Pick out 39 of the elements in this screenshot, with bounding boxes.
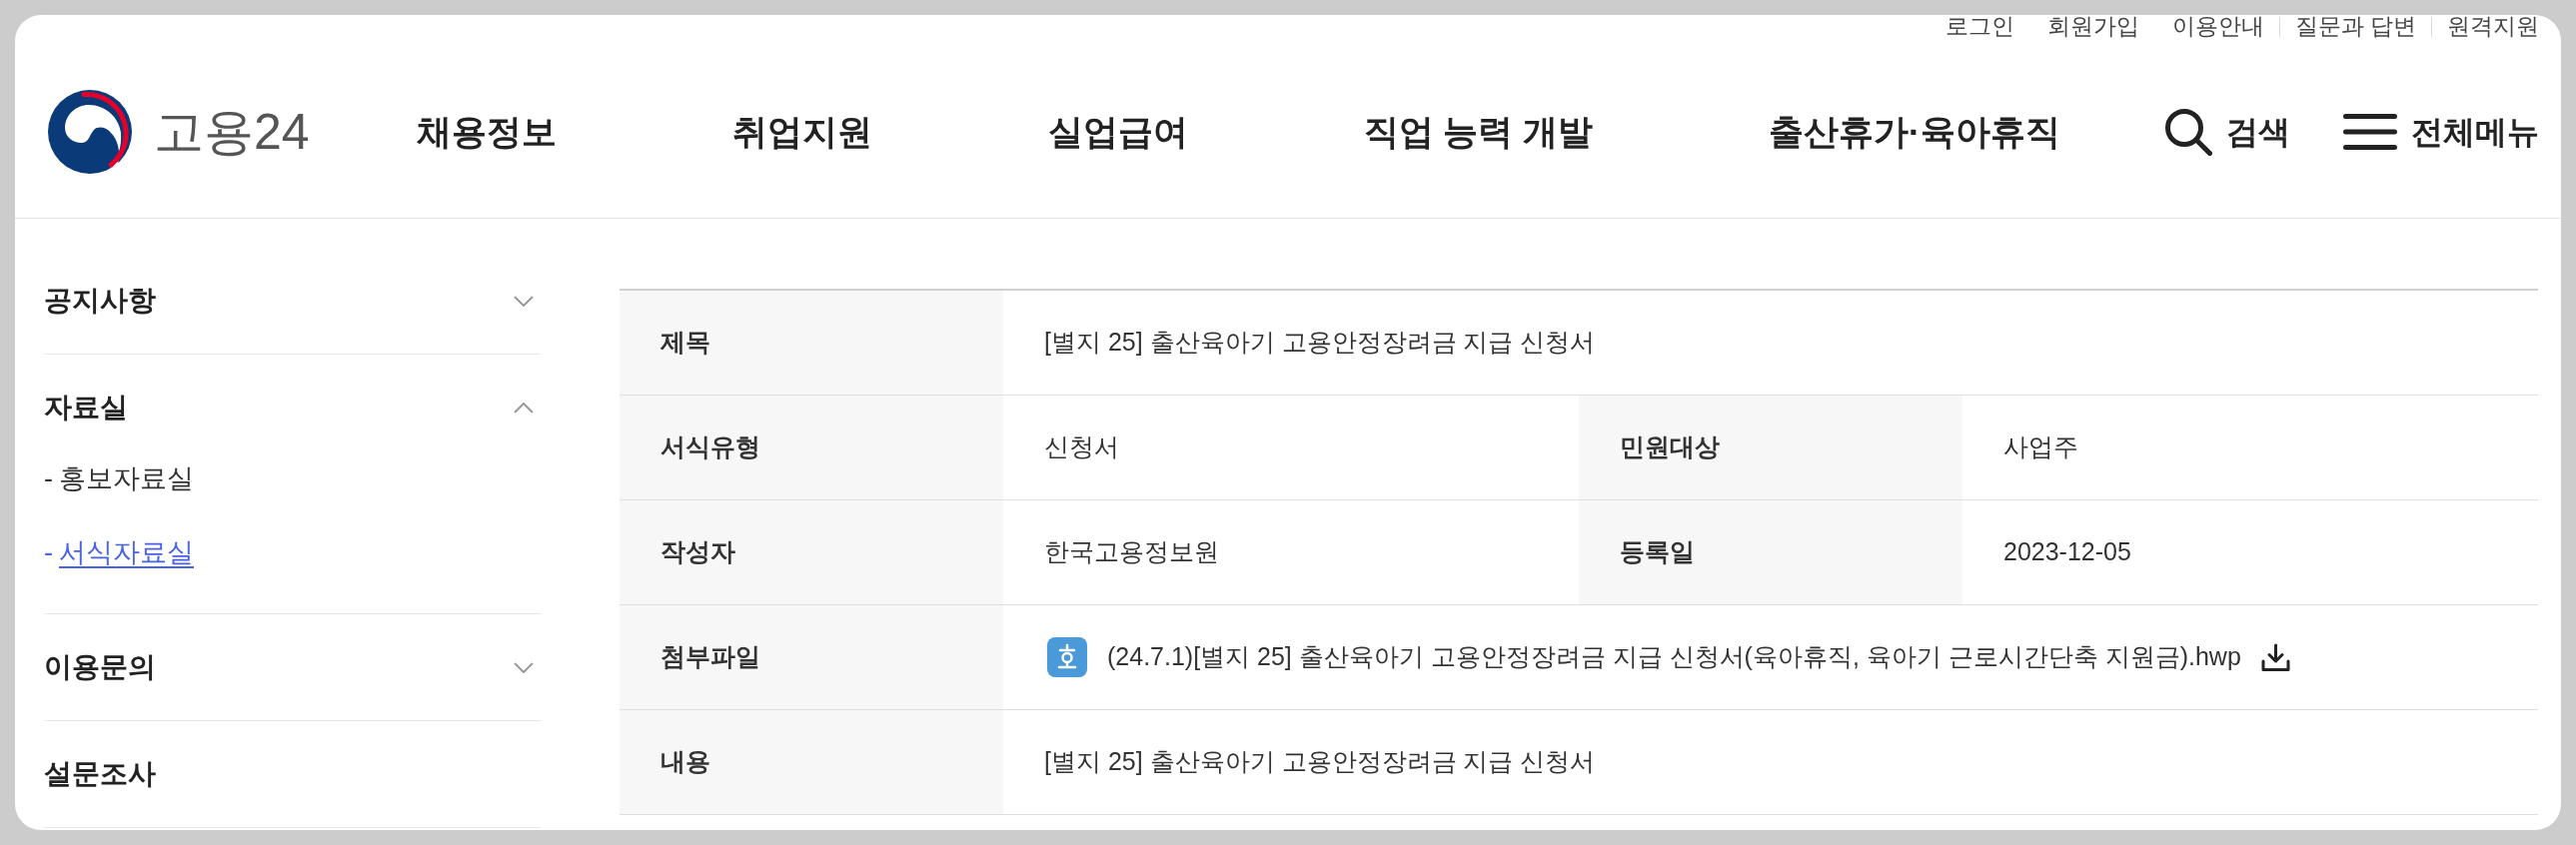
- field-value: 2023-12-05: [2003, 536, 2131, 568]
- search-button[interactable]: 검색: [2164, 107, 2290, 156]
- field-value: 사업주: [2003, 431, 2078, 463]
- sidebar-sub-link[interactable]: - 서식자료실: [44, 534, 194, 570]
- field-value: 신청서: [1044, 431, 1119, 463]
- sidebar-menu-toggle[interactable]: 이용문의: [44, 614, 541, 720]
- nav-menu-link[interactable]: 채용정보: [416, 114, 557, 149]
- nav-menu-link[interactable]: 직업 능력 개발: [1363, 114, 1594, 149]
- file-type-icon: [1047, 637, 1087, 677]
- sidebar-menu-toggle[interactable]: 자료실: [44, 355, 541, 460]
- field-label: 첨부파일: [620, 605, 1003, 709]
- field-label: 내용: [620, 710, 1003, 814]
- search-icon: [2164, 107, 2212, 156]
- attachment-link[interactable]: (24.7.1)[별지 25] 출산육아기 고용안정장려금 지급 신청서(육아휴직, 육아기 근로시간단축 지원금).hwp: [1107, 638, 2241, 676]
- field-value: [별지 25] 출산육아기 고용안정장려금 지급 신청서: [1044, 746, 1596, 778]
- utility-link[interactable]: 회원가입: [2046, 15, 2139, 37]
- sidebar-sub-link[interactable]: - 홍보자료실: [44, 460, 194, 496]
- utility-link[interactable]: 로그인: [1944, 15, 2014, 37]
- field-label: 등록일: [1579, 500, 1962, 604]
- field-value: 한국고용정보원: [1044, 536, 1219, 568]
- field-value: [별지 25] 출산육아기 고용안정장려금 지급 신청서: [1044, 327, 1596, 359]
- sidebar-menu-toggle[interactable]: 공지사항: [44, 248, 541, 354]
- sidebar-menu-link[interactable]: 설문조사: [44, 721, 541, 827]
- nav-menu-link[interactable]: 취업지원: [731, 114, 872, 149]
- emblem-logo-icon: [48, 89, 132, 174]
- download-button[interactable]: [2260, 642, 2290, 672]
- utility-link[interactable]: 원격지원: [2447, 15, 2539, 37]
- home-logo-link[interactable]: 고용24: [48, 89, 310, 174]
- menu-icon: [2343, 113, 2397, 150]
- field-label: 제목: [620, 291, 1003, 395]
- field-label: 작성자: [620, 500, 1003, 604]
- full-menu-button[interactable]: 전체메뉴: [2343, 113, 2539, 150]
- utility-link[interactable]: 이용안내: [2171, 15, 2264, 37]
- utility-link[interactable]: 질문과 답변: [2294, 15, 2416, 37]
- field-label: 민원대상: [1579, 396, 1962, 499]
- nav-menu-link[interactable]: 실업급여: [1047, 114, 1188, 149]
- download-icon: [2260, 642, 2290, 672]
- nav-menu-link[interactable]: 출산휴가·육아휴직: [1769, 114, 2060, 149]
- field-label: 서식유형: [620, 396, 1003, 499]
